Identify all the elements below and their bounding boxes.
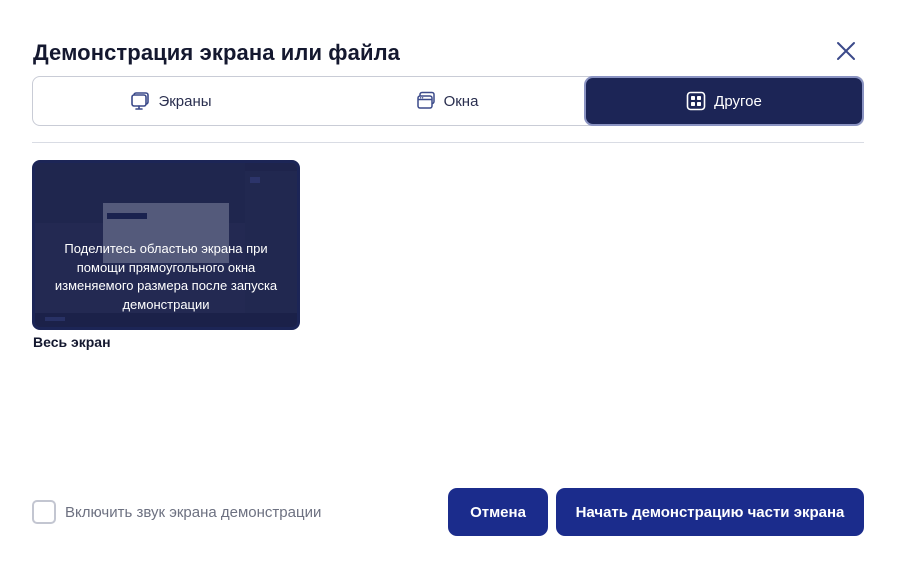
audio-option[interactable]: Включить звук экрана демонстрации xyxy=(32,500,321,524)
tab-windows[interactable]: Окна xyxy=(309,77,585,125)
start-demo-button[interactable]: Начать демонстрацию части экрана xyxy=(556,488,864,536)
source-tabs: Экраны Окна Другое xyxy=(32,76,864,126)
audio-checkbox-label: Включить звук экрана демонстрации xyxy=(65,503,322,521)
thumbnail-label: Весь экран xyxy=(33,334,111,350)
tab-label: Другое xyxy=(714,92,762,110)
share-screen-dialog: Демонстрация экрана или файла Экраны Окн… xyxy=(0,0,898,568)
window-icon xyxy=(416,91,436,111)
monitor-icon xyxy=(130,91,150,111)
whole-screen-thumbnail[interactable]: Поделитесь областью экрана при помощи пр… xyxy=(32,160,300,330)
grid-icon xyxy=(686,91,706,111)
close-icon[interactable] xyxy=(833,38,859,64)
tab-label: Окна xyxy=(443,92,479,110)
audio-checkbox[interactable] xyxy=(32,500,56,524)
dialog-title: Демонстрация экрана или файла xyxy=(33,40,401,65)
tab-other[interactable]: Другое xyxy=(586,78,862,124)
thumbnail-caption: Поделитесь областью экрана при помощи пр… xyxy=(54,241,278,312)
tab-screens[interactable]: Экраны xyxy=(33,77,309,125)
cancel-button[interactable]: Отмена xyxy=(448,488,548,536)
tab-label: Экраны xyxy=(158,92,212,110)
divider xyxy=(32,142,864,143)
